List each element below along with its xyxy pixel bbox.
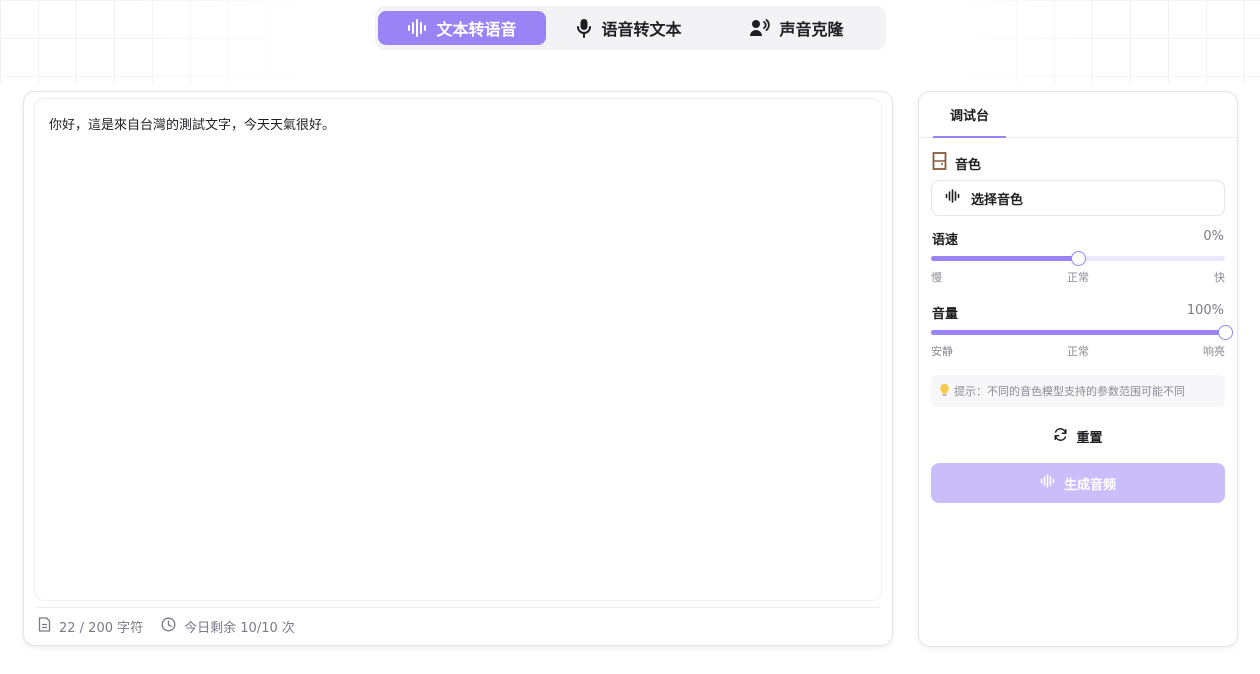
- refresh-icon: [1053, 427, 1068, 446]
- char-count: 22 / 200 字符: [38, 617, 143, 636]
- waveform-icon: [1040, 474, 1056, 492]
- generate-label: 生成音频: [1063, 477, 1116, 493]
- settings-panel: 调试台 音色 选择音色 语速 0% 慢 正常 快 音量 100% 安静 正常 响…: [918, 91, 1238, 647]
- volume-value: 100%: [1186, 303, 1224, 318]
- speed-slider-fill: [931, 256, 1078, 261]
- voice-select[interactable]: 选择音色: [931, 180, 1225, 216]
- volume-slider-thumb[interactable]: [1218, 325, 1233, 340]
- door-icon: [932, 152, 947, 174]
- editor-footer: 22 / 200 字符 今日剩余 10/10 次: [36, 607, 880, 645]
- volume-scale-min: 安静: [931, 345, 953, 358]
- background-grid-right: [940, 0, 1260, 84]
- speed-scale-min: 慢: [931, 271, 942, 284]
- daily-quota: 今日剩余 10/10 次: [161, 617, 295, 636]
- volume-label: 音量: [932, 307, 959, 322]
- reset-button[interactable]: 重置: [931, 422, 1225, 450]
- tab-label: 文本转语音: [436, 20, 517, 39]
- document-icon: [38, 617, 51, 636]
- speed-label: 语速: [932, 233, 959, 248]
- text-editor-card: 你好，這是來自台灣的測試文字，今天天氣很好。 22 / 200 字符 今日剩余 …: [23, 91, 893, 646]
- text-input-area[interactable]: 你好，這是來自台灣的測試文字，今天天氣很好。: [34, 98, 882, 601]
- char-count-text: 22 / 200 字符: [59, 621, 144, 636]
- volume-slider-fill: [931, 330, 1225, 335]
- volume-scale-max: 响亮: [1203, 345, 1225, 358]
- tab-label: 声音克隆: [779, 20, 844, 39]
- clock-icon: [161, 617, 176, 636]
- reset-label: 重置: [1076, 430, 1103, 446]
- volume-scale-mid: 正常: [1067, 345, 1089, 358]
- speed-slider[interactable]: [931, 251, 1225, 266]
- speed-scale-max: 快: [1214, 271, 1225, 284]
- waveform-icon: [945, 189, 961, 207]
- background-grid-left: [0, 0, 330, 84]
- mode-tab-bar: 文本转语音 语音转文本 声音克隆: [375, 6, 886, 50]
- hint-text: 提示：不同的音色模型支持的参数范围可能不同: [954, 385, 1185, 398]
- lightbulb-icon: [939, 383, 950, 400]
- tab-text-to-speech[interactable]: 文本转语音: [378, 11, 546, 45]
- generate-audio-button[interactable]: 生成音频: [931, 463, 1225, 503]
- panel-tab-bar: 调试台: [919, 92, 1237, 138]
- tab-speech-to-text[interactable]: 语音转文本: [546, 11, 712, 45]
- voice-select-placeholder: 选择音色: [971, 192, 1024, 208]
- speed-scale: 慢 正常 快: [931, 269, 1225, 285]
- volume-scale: 安静 正常 响亮: [931, 343, 1225, 359]
- microphone-icon: [576, 18, 592, 38]
- speed-value: 0%: [1203, 229, 1224, 244]
- voice-user-icon: [750, 19, 771, 37]
- speed-scale-mid: 正常: [1067, 271, 1089, 284]
- speed-slider-thumb[interactable]: [1071, 251, 1086, 266]
- volume-slider[interactable]: [931, 325, 1233, 340]
- quota-text: 今日剩余 10/10 次: [184, 621, 295, 636]
- input-text: 你好，這是來自台灣的測試文字，今天天氣很好。: [49, 118, 336, 133]
- tab-debug-console[interactable]: 调试台: [933, 92, 1006, 138]
- tab-label: 语音转文本: [601, 20, 682, 39]
- waveform-icon: [407, 19, 427, 37]
- tab-voice-clone[interactable]: 声音克隆: [712, 11, 882, 45]
- hint-box: 提示：不同的音色模型支持的参数范围可能不同: [931, 375, 1225, 407]
- voice-section-label: 音色: [932, 152, 981, 174]
